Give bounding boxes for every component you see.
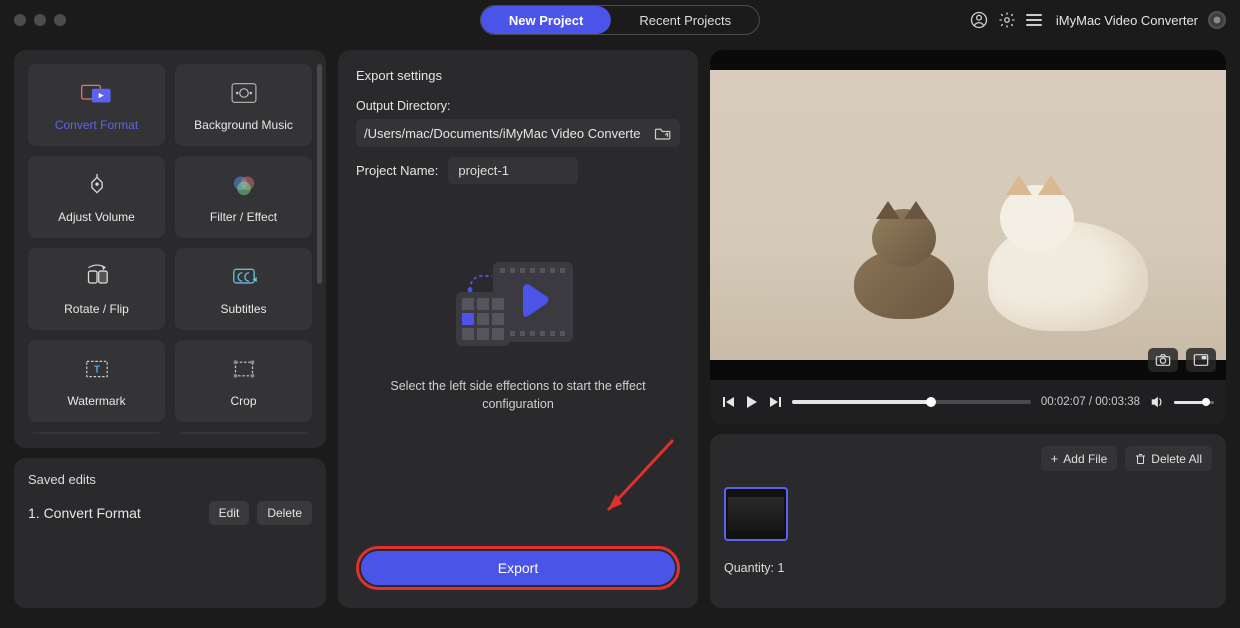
filter-effect-icon <box>227 170 261 200</box>
video-preview[interactable] <box>710 50 1226 380</box>
titlebar: New Project Recent Projects iMyMac Video… <box>0 0 1240 40</box>
export-illustration: Select the left side effections to start… <box>356 254 680 413</box>
tools-scrollbar[interactable] <box>317 64 322 434</box>
film-play-icon <box>438 254 598 364</box>
tool-convert-format[interactable]: Convert Format <box>28 64 165 146</box>
tab-new-project[interactable]: New Project <box>481 6 611 34</box>
menu-icon[interactable] <box>1026 14 1042 26</box>
tool-rotate-flip[interactable]: Rotate / Flip <box>28 248 165 330</box>
project-name-input[interactable] <box>448 157 578 184</box>
volume-slider[interactable] <box>1174 401 1214 404</box>
quantity-display: Quantity: 1 <box>724 561 1212 575</box>
window-controls <box>14 14 66 26</box>
export-button-highlight: Export <box>356 546 680 590</box>
tool-label: Background Music <box>194 118 293 132</box>
tool-label: Crop <box>230 394 256 408</box>
annotation-arrow <box>588 430 688 530</box>
edit-button[interactable]: Edit <box>209 501 250 525</box>
tool-label: Adjust Volume <box>58 210 135 224</box>
rotate-flip-icon <box>80 262 114 292</box>
crop-icon <box>227 354 261 384</box>
fullscreen-icon[interactable] <box>1186 348 1216 372</box>
subtitles-icon <box>227 262 261 292</box>
progress-bar[interactable] <box>792 400 1031 404</box>
next-button[interactable] <box>768 395 782 409</box>
export-settings-panel: Export settings Output Directory: /Users… <box>338 50 698 608</box>
output-directory-field[interactable]: /Users/mac/Documents/iMyMac Video Conver… <box>356 119 680 147</box>
account-icon[interactable] <box>970 11 988 29</box>
tool-hidden-1[interactable] <box>28 432 165 434</box>
snapshot-icon[interactable] <box>1148 348 1178 372</box>
delete-all-button[interactable]: Delete All <box>1125 446 1212 471</box>
volume-icon[interactable] <box>1150 395 1164 409</box>
minimize-window[interactable] <box>34 14 46 26</box>
files-panel: +Add File Delete All Quantity: 1 <box>710 434 1226 608</box>
play-button[interactable] <box>746 395 758 409</box>
watermark-icon: T <box>80 354 114 384</box>
browse-folder-icon[interactable] <box>654 125 672 141</box>
adjust-volume-icon <box>80 170 114 200</box>
svg-text:T: T <box>93 364 100 375</box>
tool-label: Filter / Effect <box>210 210 277 224</box>
export-hint: Select the left side effections to start… <box>368 378 668 413</box>
export-settings-title: Export settings <box>356 68 680 83</box>
video-preview-panel: 00:02:07 / 00:03:38 <box>710 50 1226 424</box>
convert-format-icon <box>80 78 114 108</box>
tools-panel: Convert Format Background Music Adjust V… <box>14 50 326 448</box>
app-logo-icon <box>1208 11 1226 29</box>
saved-edit-row: 1. Convert Format Edit Delete <box>28 501 312 525</box>
project-name-label: Project Name: <box>356 163 438 178</box>
tool-background-music[interactable]: Background Music <box>175 64 312 146</box>
saved-edit-label: 1. Convert Format <box>28 505 201 521</box>
prev-button[interactable] <box>722 395 736 409</box>
tab-recent-projects[interactable]: Recent Projects <box>611 6 759 34</box>
tool-label: Watermark <box>67 394 125 408</box>
output-directory-value: /Users/mac/Documents/iMyMac Video Conver… <box>364 126 648 141</box>
tool-label: Convert Format <box>55 118 138 132</box>
tool-label: Subtitles <box>220 302 266 316</box>
tool-hidden-2[interactable] <box>175 432 312 434</box>
app-name: iMyMac Video Converter <box>1056 13 1198 28</box>
settings-icon[interactable] <box>998 11 1016 29</box>
video-controls: 00:02:07 / 00:03:38 <box>710 380 1226 424</box>
maximize-window[interactable] <box>54 14 66 26</box>
output-directory-label: Output Directory: <box>356 99 680 113</box>
file-thumbnail[interactable] <box>724 487 788 541</box>
export-button[interactable]: Export <box>361 551 675 585</box>
tool-subtitles[interactable]: Subtitles <box>175 248 312 330</box>
tool-label: Rotate / Flip <box>64 302 129 316</box>
tool-watermark[interactable]: T Watermark <box>28 340 165 422</box>
tool-filter-effect[interactable]: Filter / Effect <box>175 156 312 238</box>
tool-crop[interactable]: Crop <box>175 340 312 422</box>
saved-edits-title: Saved edits <box>28 472 312 487</box>
background-music-icon <box>227 78 261 108</box>
trash-icon <box>1135 453 1146 465</box>
tool-adjust-volume[interactable]: Adjust Volume <box>28 156 165 238</box>
saved-edits-panel: Saved edits 1. Convert Format Edit Delet… <box>14 458 326 608</box>
delete-button[interactable]: Delete <box>257 501 312 525</box>
project-tabs: New Project Recent Projects <box>480 5 760 35</box>
time-display: 00:02:07 / 00:03:38 <box>1041 396 1140 408</box>
add-file-button[interactable]: +Add File <box>1041 446 1118 471</box>
close-window[interactable] <box>14 14 26 26</box>
